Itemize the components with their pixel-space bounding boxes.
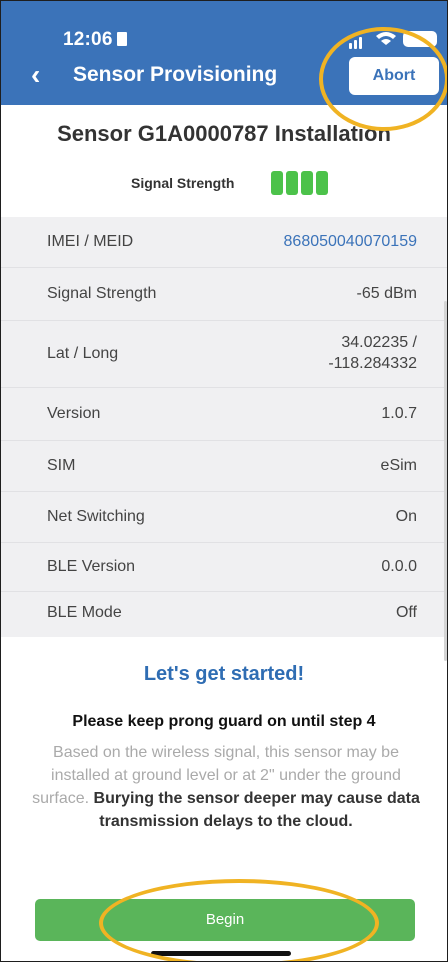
detail-row-location: Lat / Long 34.02235 / -118.284332: [1, 321, 447, 388]
detail-value: -65 dBm: [356, 285, 417, 302]
detail-value: Off: [395, 604, 417, 621]
intro-heading: Let's get started!: [143, 663, 305, 685]
signal-strength-label: Signal Strength: [131, 175, 235, 191]
signal-bar: [286, 171, 298, 195]
detail-label: IMEI / MEID: [47, 233, 134, 250]
detail-row-imei: IMEI / MEID 868050040070159: [1, 217, 447, 268]
detail-row-version: Version 1.0.7: [1, 388, 447, 441]
detail-label: BLE Mode: [47, 604, 122, 621]
battery-icon: [403, 31, 437, 47]
page-title: Sensor Provisioning: [73, 63, 278, 86]
detail-row-ble-version: BLE Version 0.0.0: [1, 543, 447, 592]
detail-value: On: [395, 508, 417, 525]
cellular-signal-icon: [354, 40, 357, 49]
description-warning: Burying the sensor deeper may cause data…: [93, 790, 420, 830]
detail-value: 1.0.7: [381, 405, 417, 422]
detail-row-sim: SIM eSim: [1, 441, 447, 492]
prong-guard-notice: Please keep prong guard on until step 4: [72, 713, 376, 730]
longitude-value: -118.284332: [328, 355, 417, 372]
detail-value: 0.0.0: [381, 558, 417, 575]
lat-long-value: 34.02235 / -118.284332: [328, 332, 417, 374]
status-icons: [349, 29, 439, 49]
detail-label: Signal Strength: [47, 285, 157, 302]
wifi-icon: [376, 32, 396, 45]
latitude-value: 34.02235 /: [341, 334, 417, 351]
detail-value: eSim: [380, 457, 417, 474]
detail-row-net-switching: Net Switching On: [1, 492, 447, 543]
detail-row-ble-mode: BLE Mode Off: [1, 592, 447, 637]
detail-label: BLE Version: [47, 558, 136, 575]
imei-value[interactable]: 868050040070159: [284, 233, 417, 251]
app-screen: 12:06 ‹ Sensor Provisioning Abort Sensor…: [0, 0, 448, 962]
detail-label: Net Switching: [47, 508, 145, 525]
detail-label: Version: [47, 405, 101, 422]
abort-button[interactable]: Abort: [349, 57, 439, 95]
signal-bar: [301, 171, 313, 195]
sim-card-icon: [116, 32, 127, 46]
signal-bar: [271, 171, 283, 195]
detail-label: Lat / Long: [47, 345, 119, 362]
scrollbar[interactable]: [444, 301, 447, 661]
detail-label: SIM: [47, 457, 76, 474]
app-header: 12:06 ‹ Sensor Provisioning Abort: [1, 1, 447, 105]
signal-bar: [316, 171, 328, 195]
cellular-signal-icon: [349, 43, 352, 49]
begin-button[interactable]: Begin: [35, 899, 415, 941]
back-button[interactable]: ‹: [31, 61, 40, 89]
signal-bars-icon: [271, 171, 331, 195]
installation-title: Sensor G1A0000787 Installation: [57, 121, 391, 146]
cellular-signal-icon: [359, 37, 362, 49]
status-time: 12:06: [63, 29, 127, 51]
detail-row-signal: Signal Strength -65 dBm: [1, 268, 447, 321]
home-indicator: [151, 951, 291, 956]
install-description: Based on the wireless signal, this senso…: [31, 741, 421, 833]
sensor-details-table: IMEI / MEID 868050040070159 Signal Stren…: [1, 217, 447, 637]
